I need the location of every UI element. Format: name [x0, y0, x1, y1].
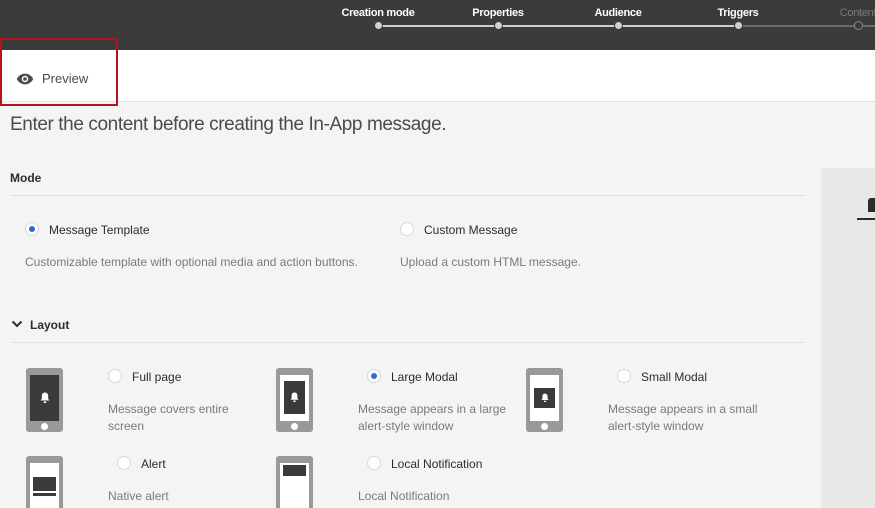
- page-intro: Enter the content before creating the In…: [10, 114, 447, 135]
- alert-buttons: [33, 493, 56, 496]
- local-notification-phone-icon[interactable]: [276, 456, 313, 508]
- desc-small-modal: Message appears in a small alert-style w…: [608, 402, 758, 433]
- radio-small-modal[interactable]: [617, 369, 631, 383]
- full-page-phone-icon[interactable]: [26, 368, 63, 432]
- desc-local-notification: Local Notification: [358, 489, 450, 503]
- radio-alert[interactable]: [117, 456, 131, 470]
- step-dot: [734, 21, 743, 30]
- bell-icon: [40, 392, 50, 403]
- divider: [10, 195, 805, 196]
- radio-label-local-notification[interactable]: Local Notification: [391, 457, 482, 471]
- alert-window: [33, 477, 56, 491]
- small-modal-phone-icon[interactable]: [526, 368, 563, 432]
- phone-screen: [30, 463, 59, 508]
- radio-label-alert[interactable]: Alert: [141, 457, 166, 471]
- desc-large-modal: Message appears in a large alert-style w…: [358, 402, 507, 433]
- radio-full-page[interactable]: [108, 369, 122, 383]
- step-label: Triggers: [717, 7, 759, 19]
- step-dot: [854, 21, 863, 30]
- radio-local-notification[interactable]: [367, 456, 381, 470]
- desc-full-page: Message covers entire screen: [108, 402, 229, 433]
- divider: [10, 342, 805, 343]
- step-dot: [494, 21, 503, 30]
- step-label: Content: [839, 7, 875, 19]
- preview-label: Preview: [42, 71, 89, 86]
- bell-icon: [290, 392, 299, 402]
- large-modal-phone-icon[interactable]: [276, 368, 313, 432]
- radio-message-template[interactable]: [25, 222, 39, 236]
- device-tab-icon[interactable]: [868, 198, 875, 212]
- radio-label-large-modal[interactable]: Large Modal: [391, 370, 458, 384]
- step-dot: [374, 21, 383, 30]
- step-triggers[interactable]: Triggers: [678, 0, 798, 50]
- step-label: Creation mode: [341, 7, 415, 19]
- phone-button: [541, 423, 548, 430]
- step-content[interactable]: Content: [798, 0, 875, 50]
- device-tab-underline: [857, 218, 875, 220]
- radio-custom-message[interactable]: [400, 222, 414, 236]
- phone-button: [291, 423, 298, 430]
- phone-screen: [280, 375, 309, 421]
- step-creation-mode[interactable]: Creation mode: [318, 0, 438, 50]
- modal-window: [534, 388, 555, 408]
- preview-button[interactable]: Preview: [0, 38, 118, 106]
- radio-label-custom-message[interactable]: Custom Message: [424, 223, 517, 237]
- step-progress-bar: Creation mode Properties Audience Trigge…: [0, 0, 875, 50]
- eye-icon: [16, 73, 34, 84]
- modal-window: [284, 381, 305, 414]
- desc-message-template: Customizable template with optional medi…: [25, 255, 358, 269]
- step-label: Audience: [594, 7, 642, 19]
- desc-custom-message: Upload a custom HTML message.: [400, 255, 581, 269]
- layout-section-title[interactable]: Layout: [30, 318, 69, 332]
- radio-label-small-modal[interactable]: Small Modal: [641, 370, 707, 384]
- desc-alert: Native alert: [108, 489, 169, 503]
- step-properties[interactable]: Properties: [438, 0, 558, 50]
- phone-button: [41, 423, 48, 430]
- radio-label-full-page[interactable]: Full page: [132, 370, 181, 384]
- step-audience[interactable]: Audience: [558, 0, 678, 50]
- radio-label-message-template[interactable]: Message Template: [49, 223, 150, 237]
- mode-section-title: Mode: [10, 171, 42, 185]
- step-dot: [614, 21, 623, 30]
- step-label: Properties: [472, 7, 524, 19]
- chevron-down-icon[interactable]: [11, 318, 23, 330]
- bell-icon: [541, 393, 549, 402]
- alert-phone-icon[interactable]: [26, 456, 63, 508]
- phone-screen: [30, 375, 59, 421]
- preview-toolbar: Preview: [0, 38, 875, 106]
- phone-screen: [530, 375, 559, 421]
- notification-banner: [283, 465, 306, 476]
- phone-screen: [280, 463, 309, 508]
- device-preview-panel: [821, 168, 875, 508]
- radio-large-modal[interactable]: [367, 369, 381, 383]
